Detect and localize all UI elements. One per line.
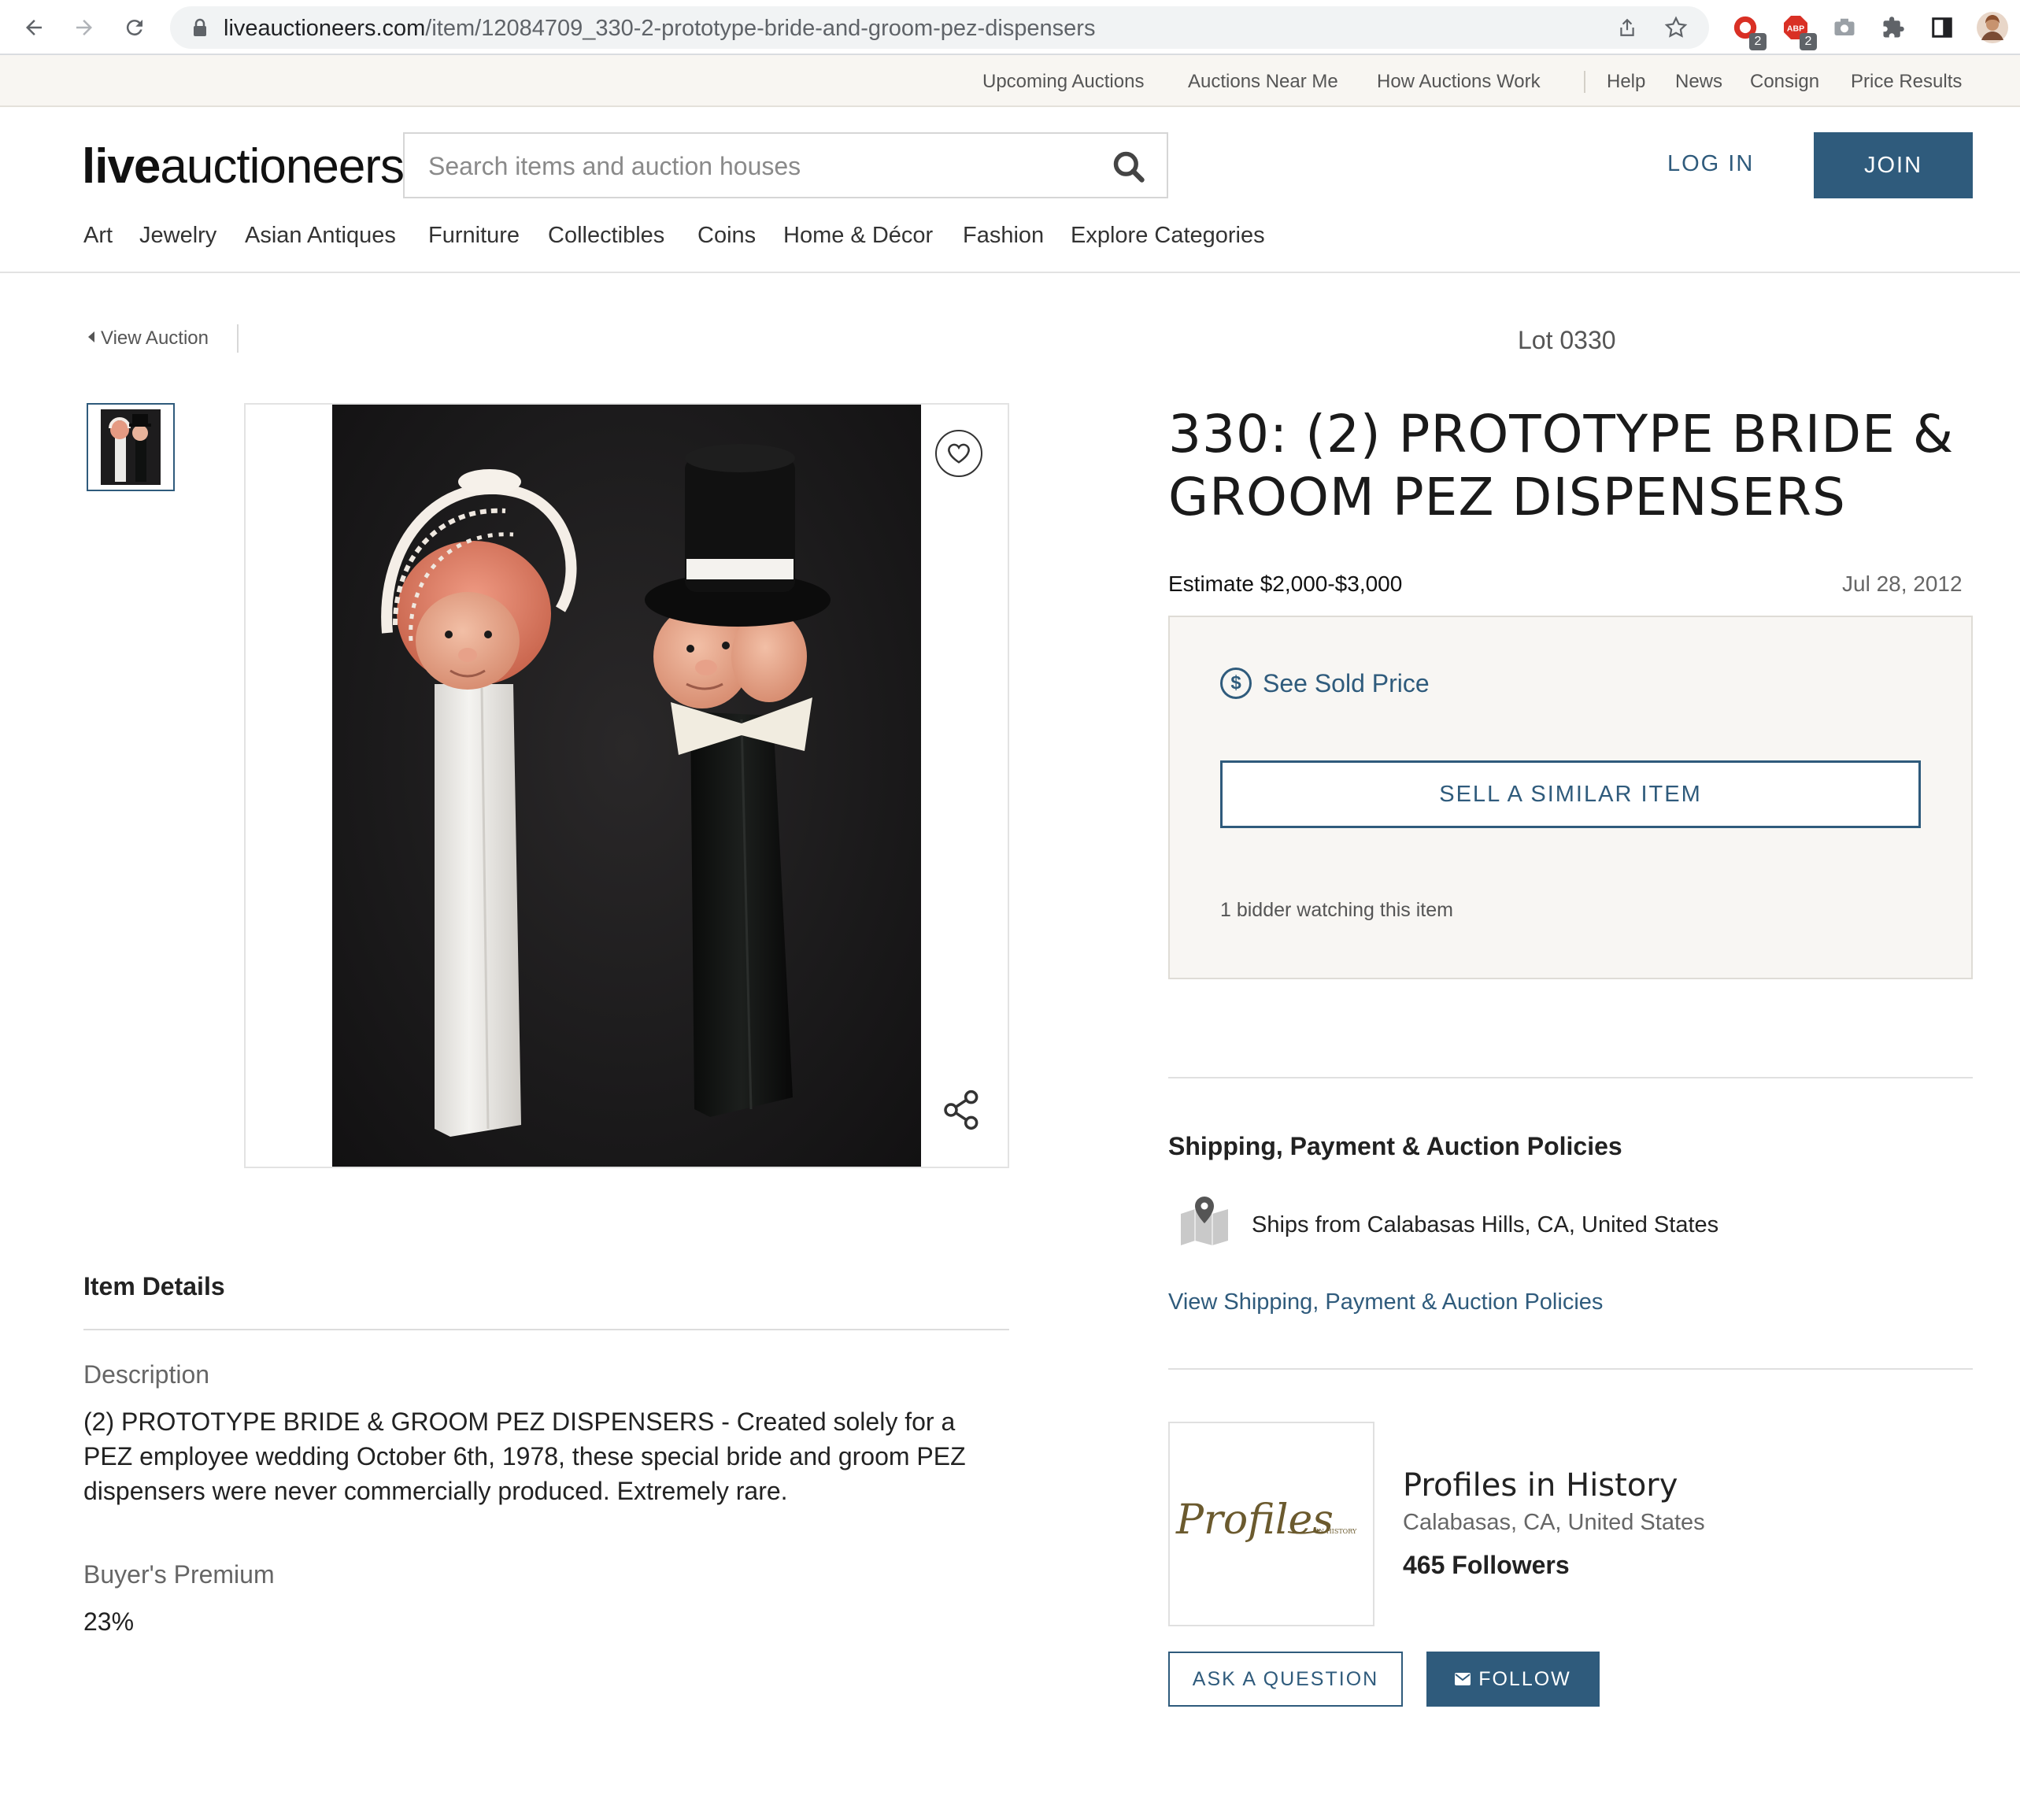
section-divider — [1168, 1077, 1973, 1078]
dollar-circle-icon: $ — [1220, 668, 1252, 699]
item-details-divider — [83, 1329, 1009, 1330]
share-page-icon[interactable] — [1617, 17, 1637, 39]
section-divider — [1168, 1368, 1973, 1370]
follow-button[interactable]: FOLLOW — [1426, 1652, 1600, 1707]
extension-badge: 2 — [1800, 33, 1817, 50]
cat-art[interactable]: Art — [83, 223, 113, 249]
view-auction-divider — [237, 324, 239, 353]
header-divider — [0, 272, 2020, 273]
ask-question-button[interactable]: ASK A QUESTION — [1168, 1652, 1403, 1707]
auction-house-location: Calabasas, CA, United States — [1403, 1510, 1705, 1535]
login-link[interactable]: LOG IN — [1667, 151, 1754, 177]
envelope-icon — [1455, 1673, 1471, 1685]
logo-bold: live — [82, 139, 161, 194]
reload-icon[interactable] — [117, 9, 153, 46]
site-logo[interactable]: liveauctioneers — [82, 139, 405, 194]
svg-text:Profiles: Profiles — [1175, 1496, 1334, 1544]
lot-photo[interactable] — [332, 405, 921, 1167]
url-text: liveauctioneers.com/item/12084709_330-2-… — [224, 16, 1095, 42]
util-upcoming-auctions[interactable]: Upcoming Auctions — [982, 71, 1144, 93]
view-auction-label: View Auction — [101, 327, 209, 349]
util-price-results[interactable]: Price Results — [1851, 71, 1962, 93]
cat-coins[interactable]: Coins — [697, 223, 756, 249]
adblock-label: ABP — [1787, 24, 1804, 34]
lot-number: Lot 0330 — [1518, 326, 1616, 354]
pez-dispensers-image — [381, 444, 831, 1137]
logo-light: auctioneers — [160, 139, 405, 194]
lock-icon — [194, 18, 206, 36]
cat-home-decor[interactable]: Home & Décor — [783, 223, 933, 249]
util-help[interactable]: Help — [1607, 71, 1645, 93]
util-news[interactable]: News — [1675, 71, 1722, 93]
bookmark-star-icon[interactable] — [1664, 16, 1688, 39]
sidepanel-icon[interactable] — [1926, 11, 1959, 44]
description-text: (2) PROTOTYPE BRIDE & GROOM PEZ DISPENSE… — [83, 1408, 966, 1505]
url-path: /item/12084709_330-2-prototype-bride-and… — [425, 16, 1096, 41]
estimate: Estimate $2,000-$3,000 — [1168, 572, 1403, 596]
followers-count: 465 Followers — [1403, 1551, 1570, 1579]
cat-furniture[interactable]: Furniture — [428, 223, 520, 249]
extension-red-icon[interactable]: 2 — [1729, 11, 1767, 50]
view-auction-link[interactable]: View Auction — [88, 327, 209, 350]
profile-avatar[interactable] — [1976, 11, 2009, 44]
join-button[interactable]: JOIN — [1814, 132, 1973, 198]
search-icon[interactable] — [1112, 150, 1146, 184]
caret-left-icon — [88, 331, 94, 342]
cat-asian-antiques[interactable]: Asian Antiques — [245, 223, 396, 249]
item-details-heading: Item Details — [83, 1272, 225, 1300]
utility-nav: Upcoming Auctions Auctions Near Me How A… — [0, 55, 2020, 107]
extension-badge: 2 — [1749, 33, 1767, 50]
search-box — [403, 132, 1168, 198]
puzzle-extensions-icon[interactable] — [1877, 11, 1910, 44]
see-sold-price-link[interactable]: $ See Sold Price — [1220, 668, 1430, 699]
util-how-auctions-work[interactable]: How Auctions Work — [1377, 71, 1541, 93]
buyers-premium-label: Buyer's Premium — [83, 1560, 275, 1589]
sell-similar-item-button[interactable]: SELL A SIMILAR ITEM — [1220, 760, 1921, 828]
auction-house-name[interactable]: Profiles in History — [1403, 1467, 1678, 1504]
cat-jewelry[interactable]: Jewelry — [139, 223, 216, 249]
cat-collectibles[interactable]: Collectibles — [548, 223, 664, 249]
shipping-heading: Shipping, Payment & Auction Policies — [1168, 1132, 1622, 1160]
back-icon[interactable] — [16, 9, 52, 46]
buyers-premium-value: 23% — [83, 1607, 135, 1636]
url-host: liveauctioneers.com — [224, 16, 426, 41]
util-divider — [1584, 71, 1585, 93]
camera-extension-icon[interactable] — [1828, 11, 1861, 44]
auction-house-logo[interactable]: Profiles IN HISTORY — [1168, 1422, 1374, 1626]
cat-fashion[interactable]: Fashion — [963, 223, 1044, 249]
thumbnail-photo — [101, 409, 161, 485]
svg-text:IN HISTORY: IN HISTORY — [1316, 1528, 1357, 1535]
description-label: Description — [83, 1360, 210, 1389]
util-consign[interactable]: Consign — [1750, 71, 1819, 93]
map-pin-icon — [1181, 1197, 1228, 1245]
ships-from: Ships from Calabasas Hills, CA, United S… — [1252, 1212, 1719, 1237]
browser-toolbar: liveauctioneers.com/item/12084709_330-2-… — [0, 0, 2020, 55]
forward-icon[interactable] — [66, 9, 102, 46]
search-input[interactable] — [428, 148, 1105, 184]
util-auctions-near-me[interactable]: Auctions Near Me — [1188, 71, 1338, 93]
adblock-icon[interactable]: ABP 2 — [1779, 11, 1817, 50]
see-sold-price-label: See Sold Price — [1263, 668, 1430, 697]
image-thumbnail[interactable] — [87, 403, 175, 491]
view-policies-link[interactable]: View Shipping, Payment & Auction Policie… — [1168, 1289, 1603, 1315]
profiles-in-history-logo: Profiles IN HISTORY — [1175, 1496, 1357, 1544]
auction-date: Jul 28, 2012 — [1842, 572, 1963, 596]
lot-title: 330: (2) PROTOTYPE BRIDE & GROOM PEZ DIS… — [1168, 404, 1955, 527]
address-bar[interactable]: liveauctioneers.com/item/12084709_330-2-… — [170, 6, 1709, 49]
share-icon[interactable] — [940, 1088, 984, 1132]
favorite-heart-icon[interactable] — [935, 430, 982, 477]
follow-label: FOLLOW — [1478, 1667, 1571, 1690]
cat-explore-categories[interactable]: Explore Categories — [1071, 223, 1265, 249]
watching-count: 1 bidder watching this item — [1220, 899, 1453, 921]
